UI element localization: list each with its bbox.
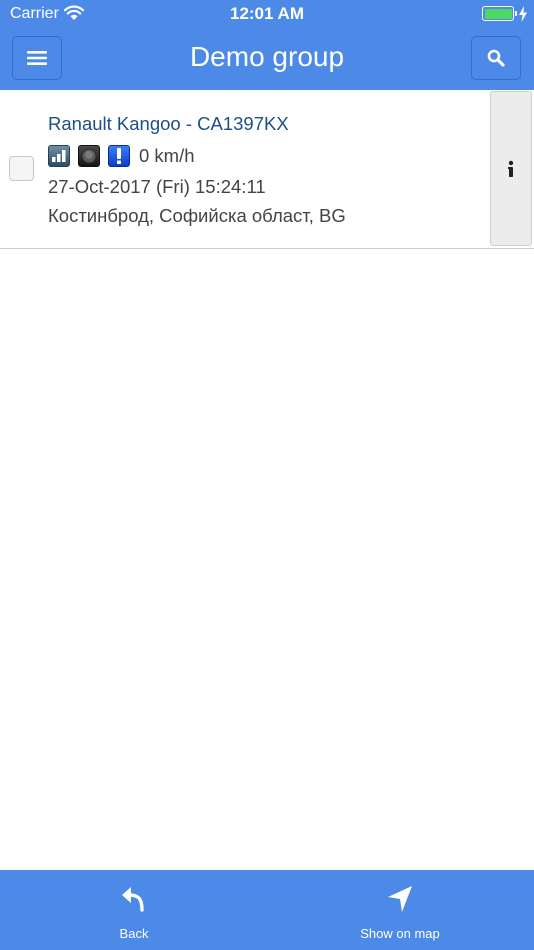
vehicle-list-item[interactable]: Ranault Kangoo - CA1397KX 0 km/h 27-Oct-… [0, 90, 534, 249]
signal-strength-icon [48, 145, 70, 167]
show-on-map-label: Show on map [360, 926, 440, 941]
menu-button[interactable] [12, 36, 62, 80]
back-button[interactable]: Back [34, 870, 234, 950]
hamburger-menu-icon [27, 51, 47, 65]
nav-bar: Demo group [0, 28, 534, 90]
back-label: Back [119, 926, 149, 941]
back-arrow-icon [122, 887, 144, 912]
vehicle-info-button[interactable] [490, 91, 532, 246]
vehicle-name[interactable]: Ranault Kangoo - CA1397KX [48, 113, 289, 135]
info-icon [508, 160, 514, 177]
vehicle-select-checkbox[interactable] [9, 156, 34, 181]
vehicle-speed: 0 km/h [139, 145, 195, 166]
battery-tip [515, 11, 517, 16]
search-button[interactable] [471, 36, 521, 80]
search-icon [487, 49, 505, 67]
header: Carrier 12:01 AM Demo group [0, 0, 534, 90]
vehicle-timestamp: 27-Oct-2017 (Fri) 15:24:11 [48, 176, 266, 197]
bottom-toolbar: Back Show on map [0, 870, 534, 950]
charging-icon [519, 6, 527, 22]
ignition-off-icon [78, 145, 100, 167]
status-time: 12:01 AM [229, 4, 304, 23]
status-bar: Carrier 12:01 AM [0, 0, 534, 28]
page-title: Demo group [189, 41, 345, 72]
vehicle-status-row: 0 km/h [48, 144, 195, 168]
alarm-exclamation-icon [108, 145, 130, 167]
show-on-map-button[interactable]: Show on map [300, 870, 500, 950]
location-arrow-icon [388, 886, 412, 912]
battery-icon [482, 6, 514, 21]
vehicle-location: Костинброд, Софийска област, BG [48, 205, 346, 226]
